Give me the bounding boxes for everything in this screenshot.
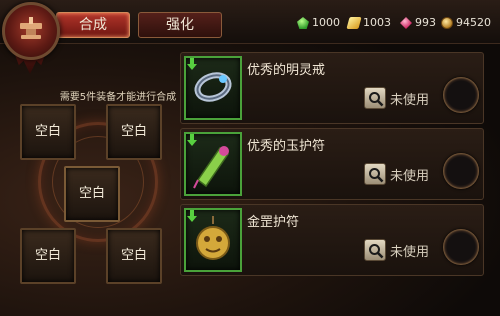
gold-coin-icon	[441, 17, 453, 29]
currency-value: 1003	[363, 16, 391, 29]
red-gem-icon	[400, 17, 412, 29]
search-icon	[369, 168, 384, 183]
game-screen: 合成 强化 1000 1003 993 94520 需要5件装备才能进行合成 空…	[0, 0, 500, 316]
search-button[interactable]	[364, 87, 386, 109]
synthesis-slot[interactable]: 空白	[106, 228, 162, 284]
synthesis-slot[interactable]: 空白	[20, 228, 76, 284]
search-button[interactable]	[364, 239, 386, 261]
synthesis-slot[interactable]: 空白	[20, 104, 76, 160]
use-toggle-button[interactable]	[443, 77, 479, 113]
use-toggle-button[interactable]	[443, 153, 479, 189]
item-name: 优秀的玉护符	[247, 139, 326, 154]
yellow-crystal-icon	[346, 17, 362, 29]
search-icon	[369, 92, 384, 107]
arrow-down-icon	[187, 134, 197, 146]
jade-amulet-icon[interactable]	[184, 132, 242, 196]
item-status: 未使用	[390, 245, 430, 260]
currency-value: 94520	[456, 16, 491, 29]
green-gem-icon	[297, 17, 309, 29]
tab-enhance[interactable]: 强化	[138, 12, 222, 38]
item-name: 优秀的明灵戒	[247, 63, 326, 78]
use-toggle-button[interactable]	[443, 229, 479, 265]
currency-green-gem: 1000	[297, 15, 340, 31]
synthesis-requirement: 需要5件装备才能进行合成	[59, 92, 177, 103]
synthesis-slot[interactable]: 空白	[106, 104, 162, 160]
search-icon	[369, 244, 384, 259]
list-item[interactable]: 优秀的明灵戒 未使用	[180, 52, 484, 124]
arrow-down-icon	[187, 210, 197, 222]
search-button[interactable]	[364, 163, 386, 185]
synthesis-slot-center[interactable]: 空白	[64, 166, 120, 222]
currency-value: 1000	[312, 16, 340, 29]
gold-amulet-icon[interactable]	[184, 208, 242, 272]
top-bar: 合成 强化 1000 1003 993 94520	[0, 0, 500, 44]
item-name: 金罡护符	[247, 215, 300, 230]
anvil-emblem-icon	[2, 2, 60, 60]
tab-synthesis[interactable]: 合成	[56, 12, 130, 38]
currency-value: 993	[415, 16, 436, 29]
currency-red-gem: 993	[400, 15, 436, 31]
currency-yellow-crystal: 1003	[346, 15, 391, 31]
item-status: 未使用	[390, 169, 430, 184]
arrow-down-icon	[187, 58, 197, 70]
list-item[interactable]: 优秀的玉护符 未使用	[180, 128, 484, 200]
list-item[interactable]: 金罡护符 未使用	[180, 204, 484, 276]
item-status: 未使用	[390, 93, 430, 108]
ring-icon[interactable]	[184, 56, 242, 120]
currency-gold-coin: 94520	[441, 15, 491, 31]
